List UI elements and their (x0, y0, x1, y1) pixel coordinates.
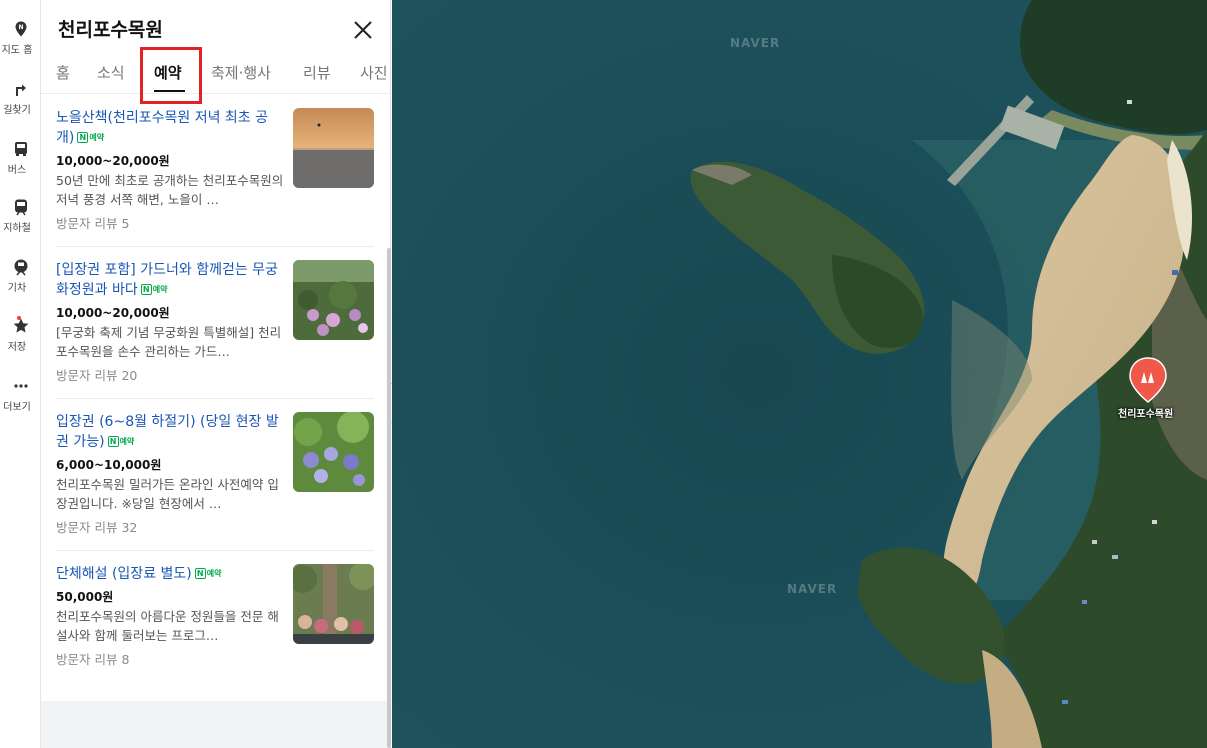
npay-badge: N 예약 (194, 564, 222, 584)
rail-item-more[interactable]: 더보기 (0, 377, 41, 413)
naver-watermark: NAVER (787, 582, 838, 596)
npay-badge: N 예약 (140, 280, 168, 300)
tab-bar: 홈 소식 예약 축제·행사 리뷰 사진 (41, 50, 391, 94)
map-imagery (392, 0, 1207, 748)
tab-news[interactable]: 소식 (97, 62, 125, 83)
tab-photos[interactable]: 사진 (360, 62, 388, 83)
naver-n-icon: N (194, 568, 206, 579)
item-title[interactable]: [입장권 포함] 가드너와 함께걷는 무궁화정원과 바다 N 예약 (56, 260, 284, 300)
item-desc: [무궁화 축제 기념 무궁화원 특별해설] 천리포수목원을 손수 관리하는 가드… (56, 325, 282, 359)
item-reviews[interactable]: 방문자 리뷰 8 (56, 649, 129, 668)
item-reviews[interactable]: 방문자 리뷰 32 (56, 517, 137, 536)
panel-footer (41, 701, 387, 748)
item-thumbnail[interactable] (293, 108, 374, 188)
npay-badge-label: 예약 (152, 285, 168, 294)
tab-festival[interactable]: 축제·행사 (211, 62, 271, 83)
rail-item-directions[interactable]: 길찾기 (0, 80, 41, 116)
npay-badge-label: 예약 (206, 569, 222, 578)
nav-rail: N 지도 홈 길찾기 버스 지하철 기차 저장 더보기 (0, 0, 41, 748)
item-title[interactable]: 노을산책(천리포수목원 저녁 최초 공개) N 예약 (56, 108, 284, 148)
item-title-text: 단체해설 (입장료 별도) (56, 566, 192, 582)
npay-badge: N 예약 (77, 128, 104, 148)
rail-item-subway[interactable]: 지하철 (0, 198, 41, 234)
naver-n-icon: N (107, 436, 119, 447)
satellite-map[interactable]: NAVER NAVER 천리포수목원 (392, 0, 1207, 748)
item-desc: 천리포수목원 밀러가든 온라인 사전예약 입장권입니다. ※당일 현장에서 … (56, 477, 279, 511)
list-item[interactable]: [입장권 포함] 가드너와 함께걷는 무궁화정원과 바다 N 예약 10,000~2… (56, 247, 374, 399)
item-title-text: 입장권 (6~8월 하절기) (당일 현장 발권 가능) (56, 414, 279, 450)
item-reviews[interactable]: 방문자 리뷰 5 (56, 213, 129, 232)
rail-item-train[interactable]: 기차 (0, 258, 41, 294)
naver-n-icon: N (140, 284, 152, 295)
rail-label: 길찾기 (3, 105, 31, 116)
list-item[interactable]: 입장권 (6~8월 하절기) (당일 현장 발권 가능) N 예약 6,000~10… (56, 399, 374, 551)
rail-label: 지하철 (3, 223, 31, 234)
rail-label: 저장 (7, 342, 27, 353)
bus-icon (14, 142, 27, 156)
item-desc: 천리포수목원의 아름다운 정원들을 전문 해설사와 함께 둘러보는 프로그… (56, 609, 279, 643)
item-price: 50,000원 (56, 590, 114, 604)
svg-text:N: N (18, 24, 23, 31)
close-icon[interactable] (351, 18, 375, 42)
more-icon (13, 384, 28, 388)
train-icon (14, 259, 27, 276)
item-title[interactable]: 단체해설 (입장료 별도) N 예약 (56, 564, 284, 584)
list-item[interactable]: 단체해설 (입장료 별도) N 예약 50,000원 천리포수목원의 아름다운 정원… (56, 551, 374, 701)
naver-n-icon: N (77, 132, 89, 143)
notification-dot (17, 316, 21, 320)
scrollbar[interactable] (387, 248, 391, 748)
item-desc: 50년 만에 최초로 공개하는 천리포수목원의 저녁 풍경 서쪽 해변, 노을이… (56, 173, 284, 207)
list-item[interactable]: 노을산책(천리포수목원 저녁 최초 공개) N 예약 10,000~20,000원 … (56, 95, 374, 247)
rail-label: 버스 (7, 165, 27, 176)
subway-icon (14, 199, 27, 216)
rail-item-saved[interactable]: 저장 (0, 316, 41, 353)
place-panel: 천리포수목원 홈 소식 예약 축제·행사 리뷰 사진 노을산책(천리포수목원 저… (41, 0, 391, 748)
item-reviews[interactable]: 방문자 리뷰 20 (56, 365, 137, 384)
item-thumbnail[interactable] (293, 260, 374, 340)
rail-label: 지도 홈 (1, 45, 33, 56)
item-price: 10,000~20,000원 (56, 306, 170, 320)
directions-icon (15, 84, 26, 96)
rail-item-map-home[interactable]: N 지도 홈 (0, 20, 41, 56)
rail-label: 기차 (7, 283, 27, 294)
npay-badge: N 예약 (107, 432, 135, 452)
rail-item-bus[interactable]: 버스 (0, 140, 41, 176)
place-title: 천리포수목원 (58, 19, 163, 41)
npay-badge-label: 예약 (119, 437, 135, 446)
item-title[interactable]: 입장권 (6~8월 하절기) (당일 현장 발권 가능) N 예약 (56, 412, 284, 452)
marker-label[interactable]: 천리포수목원 (1118, 405, 1173, 420)
item-price: 6,000~10,000원 (56, 458, 162, 472)
item-thumbnail[interactable] (293, 564, 374, 644)
booking-list: 노을산책(천리포수목원 저녁 최초 공개) N 예약 10,000~20,000원 … (41, 95, 387, 701)
tab-reviews[interactable]: 리뷰 (303, 62, 331, 83)
npay-badge-label: 예약 (89, 133, 105, 142)
map-pin-icon: N (15, 21, 26, 37)
tab-home[interactable]: 홈 (56, 62, 70, 83)
item-price: 10,000~20,000원 (56, 154, 170, 168)
item-thumbnail[interactable] (293, 412, 374, 492)
rail-label: 더보기 (3, 402, 31, 413)
star-icon (13, 318, 28, 333)
naver-watermark: NAVER (730, 36, 781, 50)
